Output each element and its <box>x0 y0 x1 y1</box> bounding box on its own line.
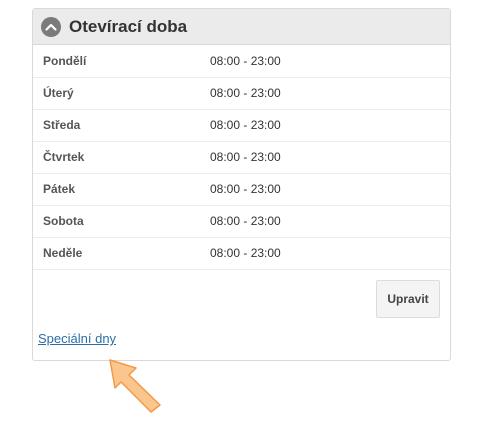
day-label: Pondělí <box>43 53 87 68</box>
time-value: 08:00 - 23:00 <box>210 150 281 164</box>
day-label: Neděle <box>43 246 83 260</box>
edit-button[interactable]: Upravit <box>376 279 440 318</box>
chevron-up-icon[interactable] <box>41 16 61 37</box>
table-row: Neděle 08:00 - 23:00 <box>33 237 450 269</box>
pointer-arrow-icon <box>109 359 161 413</box>
time-value: 08:00 - 23:00 <box>210 214 281 228</box>
opening-hours-panel: Otevírací doba Pondělí 08:00 - 23:00 Úte… <box>32 8 451 361</box>
special-days-link[interactable]: Speciální dny <box>38 331 116 346</box>
hours-table: Pondělí 08:00 - 23:00 Úterý 08:00 - 23:0… <box>33 45 450 270</box>
table-row: Sobota 08:00 - 23:00 <box>33 205 450 237</box>
time-value: 08:00 - 23:00 <box>210 182 281 196</box>
panel-header: Otevírací doba <box>33 9 450 45</box>
time-value: 08:00 - 23:00 <box>210 246 281 260</box>
panel-actions: Upravit <box>33 270 450 328</box>
time-value: 08:00 - 23:00 <box>210 53 281 68</box>
day-label: Pátek <box>43 182 76 196</box>
table-row: Úterý 08:00 - 23:00 <box>33 77 450 109</box>
table-row: Pátek 08:00 - 23:00 <box>33 173 450 205</box>
table-row: Středa 08:00 - 23:00 <box>33 109 450 141</box>
day-label: Středa <box>43 118 81 132</box>
panel-title: Otevírací doba <box>69 16 188 36</box>
table-row: Čtvrtek 08:00 - 23:00 <box>33 141 450 173</box>
day-label: Úterý <box>43 86 74 100</box>
day-label: Sobota <box>43 214 84 228</box>
day-label: Čtvrtek <box>43 150 85 164</box>
time-value: 08:00 - 23:00 <box>210 86 281 100</box>
time-value: 08:00 - 23:00 <box>210 118 281 132</box>
table-row: Pondělí 08:00 - 23:00 <box>33 45 450 77</box>
